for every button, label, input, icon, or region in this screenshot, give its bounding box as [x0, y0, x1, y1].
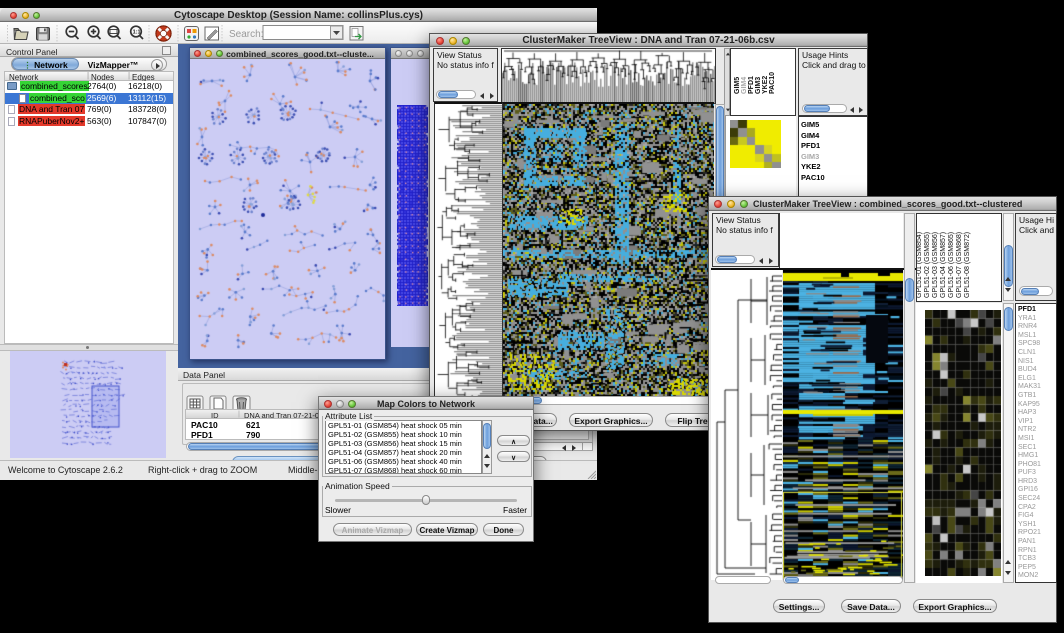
- svg-text:Search:: Search:: [229, 29, 263, 40]
- svg-text:1:1: 1:1: [133, 30, 141, 36]
